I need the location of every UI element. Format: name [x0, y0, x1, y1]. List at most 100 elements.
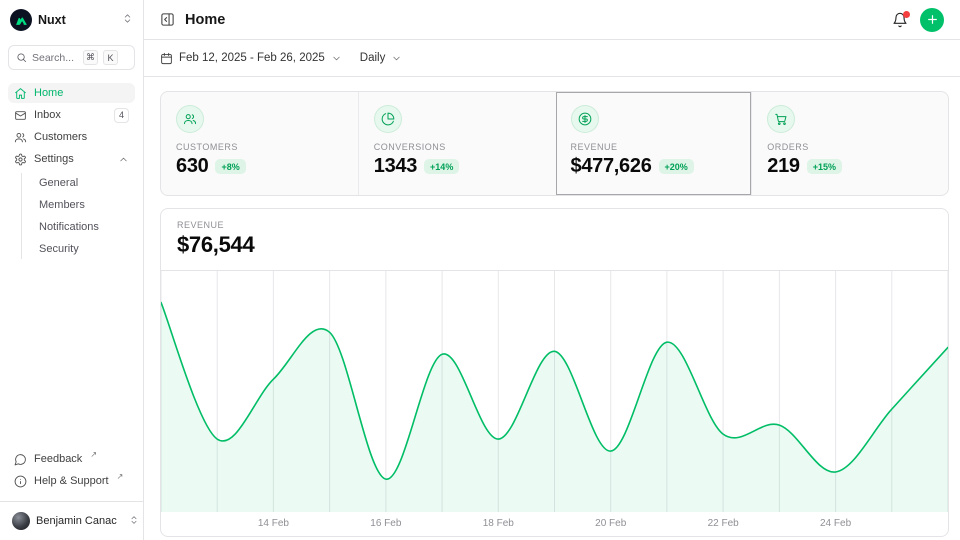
- search-icon: [16, 52, 27, 63]
- interval-value: Daily: [360, 52, 386, 64]
- filters-toolbar: Feb 12, 2025 - Feb 26, 2025 Daily: [144, 40, 960, 77]
- nuxt-logo-icon: [10, 9, 32, 31]
- stat-card-conversions[interactable]: CONVERSIONS 1343 +14%: [358, 92, 555, 195]
- chevron-down-icon: [331, 53, 342, 64]
- stat-card-customers[interactable]: CUSTOMERS 630 +8%: [161, 92, 358, 195]
- x-axis-tick-label: 20 Feb: [595, 518, 626, 529]
- sub-item-label: Security: [39, 243, 79, 255]
- inbox-count-badge: 4: [114, 108, 129, 123]
- revenue-area-chart: [161, 271, 948, 512]
- settings-sub-list: General Members Notifications Security: [21, 173, 135, 259]
- stat-delta-badge: +15%: [807, 159, 842, 174]
- sub-item-label: Members: [39, 199, 85, 211]
- notifications-button[interactable]: [892, 12, 908, 28]
- chevrons-up-down-icon: [122, 11, 133, 29]
- sidebar-item-members[interactable]: Members: [33, 195, 135, 215]
- stat-delta-badge: +20%: [659, 159, 694, 174]
- home-icon: [14, 87, 27, 100]
- chart-current-value: $76,544: [177, 232, 932, 258]
- sidebar-item-notifications[interactable]: Notifications: [33, 217, 135, 237]
- date-range-value: Feb 12, 2025 - Feb 26, 2025: [179, 52, 325, 64]
- dollar-circle-icon: [571, 105, 599, 133]
- chevrons-up-down-icon: [129, 512, 139, 530]
- sidebar: Nuxt ⌘ K Home: [0, 0, 144, 540]
- sidebar-item-label: Home: [34, 87, 63, 99]
- sub-item-label: General: [39, 177, 78, 189]
- sidebar-item-customers[interactable]: Customers: [8, 127, 135, 147]
- stat-card-revenue[interactable]: REVENUE $477,626 +20%: [555, 92, 752, 195]
- workspace-switcher[interactable]: Nuxt: [8, 8, 135, 32]
- chat-bubble-icon: [14, 453, 27, 466]
- top-header: Home: [144, 0, 960, 40]
- kbd-meta: ⌘: [83, 50, 98, 65]
- stats-row: CUSTOMERS 630 +8% CONVERSIONS 1343 +14%: [160, 91, 949, 196]
- external-link-icon: ↗: [117, 471, 124, 484]
- sidebar-item-security[interactable]: Security: [33, 239, 135, 259]
- workspace-name: Nuxt: [38, 13, 66, 27]
- stat-value: 1343: [374, 155, 417, 178]
- pie-chart-icon: [374, 105, 402, 133]
- x-axis-tick-label: 24 Feb: [820, 518, 851, 529]
- chart-x-axis: 14 Feb 16 Feb 18 Feb 20 Feb 22 Feb 24 Feb: [161, 512, 948, 536]
- chevron-up-icon: [118, 154, 129, 165]
- calendar-icon: [160, 52, 173, 65]
- user-menu[interactable]: Benjamin Canac: [8, 510, 135, 532]
- stat-label: CUSTOMERS: [176, 142, 343, 152]
- footer-item-label: Feedback: [34, 453, 82, 465]
- sidebar-item-label: Settings: [34, 153, 74, 165]
- sidebar-item-label: Customers: [34, 131, 87, 143]
- feedback-link[interactable]: Feedback ↗: [8, 449, 135, 469]
- x-axis-tick-label: 22 Feb: [708, 518, 739, 529]
- plus-icon: [926, 13, 939, 26]
- footer-item-label: Help & Support: [34, 475, 109, 487]
- sidebar-item-general[interactable]: General: [33, 173, 135, 193]
- sidebar-item-label: Inbox: [34, 109, 61, 121]
- kbd-k: K: [103, 50, 118, 65]
- revenue-chart-plot[interactable]: [161, 271, 948, 512]
- x-axis-tick-label: 16 Feb: [370, 518, 401, 529]
- interval-select[interactable]: Daily: [360, 52, 403, 64]
- external-link-icon: ↗: [90, 449, 97, 462]
- sidebar-nav: Home Inbox 4 Customers Sett: [8, 83, 135, 259]
- revenue-chart-card: REVENUE $76,544 14 Feb 16 Feb 18 Feb 20 Feb…: [160, 208, 949, 537]
- stat-value: 630: [176, 155, 208, 178]
- chevron-down-icon: [391, 53, 402, 64]
- page-title: Home: [185, 12, 225, 28]
- users-icon: [14, 131, 27, 144]
- add-button[interactable]: [920, 8, 944, 32]
- stat-card-orders[interactable]: ORDERS 219 +15%: [751, 92, 948, 195]
- sub-item-label: Notifications: [39, 221, 99, 233]
- cart-icon: [767, 105, 795, 133]
- main-area: Home Feb 12, 2: [144, 0, 960, 540]
- info-icon: [14, 475, 27, 488]
- chart-label: REVENUE: [177, 220, 932, 230]
- stat-delta-badge: +14%: [424, 159, 459, 174]
- stat-label: CONVERSIONS: [374, 142, 540, 152]
- sidebar-collapse-button[interactable]: [160, 12, 175, 27]
- sidebar-divider: [0, 501, 143, 502]
- sidebar-item-home[interactable]: Home: [8, 83, 135, 103]
- sidebar-item-inbox[interactable]: Inbox 4: [8, 105, 135, 125]
- x-axis-tick-label: 14 Feb: [258, 518, 289, 529]
- stat-label: ORDERS: [767, 142, 933, 152]
- users-icon: [176, 105, 204, 133]
- search-input-wrapper[interactable]: ⌘ K: [8, 45, 135, 70]
- user-name: Benjamin Canac: [36, 515, 117, 527]
- chart-header: REVENUE $76,544: [161, 209, 948, 271]
- search-input[interactable]: [32, 52, 78, 64]
- panel-left-close-icon: [160, 12, 175, 27]
- sidebar-item-settings[interactable]: Settings: [8, 149, 135, 169]
- help-support-link[interactable]: Help & Support ↗: [8, 471, 135, 491]
- user-avatar: [12, 512, 30, 530]
- date-range-picker[interactable]: Feb 12, 2025 - Feb 26, 2025: [160, 52, 342, 65]
- x-axis-tick-label: 18 Feb: [483, 518, 514, 529]
- gear-icon: [14, 153, 27, 166]
- app-window: Nuxt ⌘ K Home: [0, 0, 960, 540]
- stat-value: $477,626: [571, 155, 652, 178]
- stat-label: REVENUE: [571, 142, 737, 152]
- inbox-icon: [14, 109, 27, 122]
- notification-dot: [903, 11, 910, 18]
- content: CUSTOMERS 630 +8% CONVERSIONS 1343 +14%: [144, 77, 960, 540]
- sidebar-footer: Feedback ↗ Help & Support ↗ Benjamin Can…: [8, 449, 135, 532]
- stat-value: 219: [767, 155, 799, 178]
